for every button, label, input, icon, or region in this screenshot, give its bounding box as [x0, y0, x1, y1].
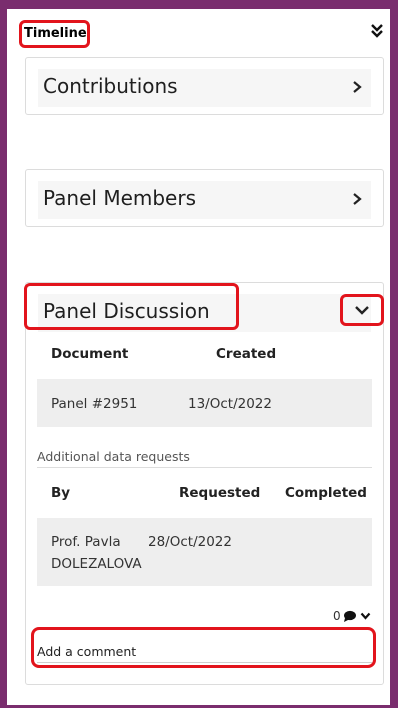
additional-data-requests-label: Additional data requests	[37, 449, 190, 464]
table-row[interactable]: Prof. Pavla DOLEZALOVA 28/Oct/2022	[37, 518, 372, 586]
requests-divider	[37, 467, 372, 468]
contributions-header[interactable]: Contributions	[38, 69, 371, 107]
document-name: Panel #2951	[51, 396, 138, 412]
chevron-down-icon	[360, 612, 371, 620]
panel-members-card: Panel Members	[25, 169, 384, 227]
panel-members-title: Panel Members	[43, 186, 196, 210]
table-row[interactable]: Panel #2951 13/Oct/2022	[37, 379, 372, 427]
panel-members-header[interactable]: Panel Members	[38, 181, 371, 219]
column-header-completed: Completed	[285, 485, 367, 501]
collapse-all-button[interactable]	[369, 22, 385, 40]
requester-name-line1: Prof. Pavla	[51, 534, 121, 550]
panel-discussion-header[interactable]: Panel Discussion	[38, 294, 371, 332]
chevron-down-icon	[355, 306, 369, 315]
document-created-date: 13/Oct/2022	[188, 396, 272, 412]
column-header-requested: Requested	[179, 485, 261, 501]
comment-input[interactable]	[37, 640, 372, 663]
double-chevron-down-icon	[371, 24, 383, 38]
column-header-created: Created	[216, 346, 277, 362]
panel-discussion-title: Panel Discussion	[43, 299, 210, 323]
comment-icon	[344, 610, 356, 622]
requested-date: 28/Oct/2022	[148, 534, 232, 550]
requester-name-line2: DOLEZALOVA	[51, 556, 142, 572]
contributions-card: Contributions	[25, 57, 384, 115]
comment-count: 0	[333, 609, 341, 623]
comments-toggle[interactable]: 0	[333, 609, 373, 625]
column-header-by: By	[51, 485, 71, 501]
panel-discussion-toggle-button[interactable]	[340, 294, 384, 326]
chevron-right-icon	[351, 188, 363, 212]
contributions-title: Contributions	[43, 74, 178, 98]
panel-discussion-card: Panel Discussion	[25, 282, 384, 685]
column-header-document: Document	[51, 346, 129, 362]
chevron-right-icon	[351, 76, 363, 100]
timeline-title: Timeline	[24, 26, 87, 41]
